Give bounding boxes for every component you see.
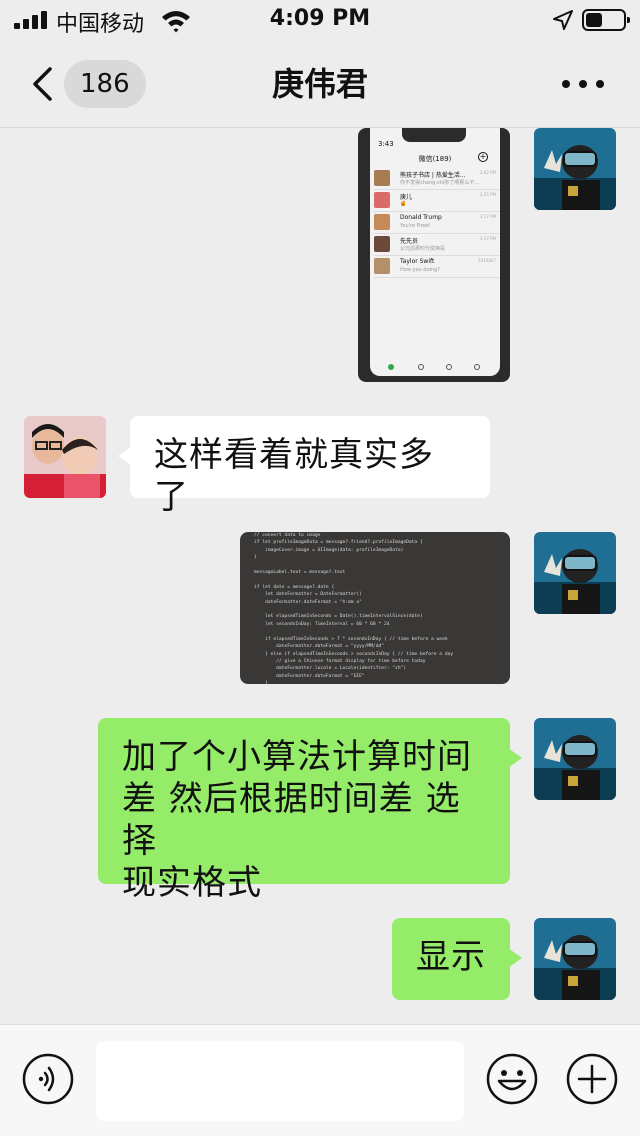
code-line: } else if elapsedTimeInSeconds > seconds…: [254, 651, 454, 657]
self-avatar[interactable]: [534, 918, 616, 1000]
message-bubble-received[interactable]: 这样看着就真实多了: [118, 416, 490, 517]
code-line: // give a Chinese format display for tim…: [254, 658, 426, 664]
message-bubble-sent[interactable]: 加了个小算法计算时间 差 然后根据时间差 选择 现实格式: [98, 718, 522, 903]
input-bar: [0, 1024, 640, 1136]
code-line: if elapsedTimeInSeconds > 7 * secondsInD…: [254, 636, 448, 642]
plus-icon: +: [478, 152, 488, 162]
chat-title: 庚伟君: [271, 65, 368, 103]
message-list[interactable]: 3:43 微信(189) + 熊孩子书店 | 热爱生活... 你不觉得chang…: [0, 128, 640, 1024]
list-item: Donald Trump You're Fired! 3:17 PM: [374, 212, 500, 234]
code-text: // convert data to image if let profileIm…: [254, 532, 453, 684]
code-line: }: [254, 681, 268, 684]
voice-icon[interactable]: [22, 1053, 74, 1105]
code-line: dateFormatter.dateFormat = "h:mm a": [254, 599, 362, 605]
emoji-icon[interactable]: [486, 1053, 538, 1105]
message-input[interactable]: [96, 1041, 464, 1121]
list-item: Taylor Swift How you doing? 2019/8/7: [374, 256, 500, 278]
contact-avatar[interactable]: [24, 416, 106, 498]
code-line: if let profileImageData = message?.frien…: [254, 540, 423, 546]
code-line: let dateFormatter = DateFormatter(): [254, 592, 362, 598]
add-icon[interactable]: [566, 1053, 618, 1105]
chat-header: 186 庚伟君: [0, 40, 640, 128]
self-avatar[interactable]: [534, 128, 616, 210]
battery-icon: [582, 9, 630, 31]
self-avatar[interactable]: [534, 718, 616, 800]
list-item: 庚儿 🍯 3:25 PM: [374, 190, 500, 212]
code-line: dateFormatter.dateFormat = "yyyy/MM/dd": [254, 644, 384, 650]
list-item: 熊孩子书店 | 热爱生活... 你不觉得chang-chi你了啊那么不... 3…: [374, 168, 500, 190]
code-line: messageLabel.text = message?.text: [254, 570, 346, 576]
code-line: let secondsInDay: TimeInterval = 60 * 60…: [254, 621, 390, 627]
code-line: let elapsedTimeInSeconds = Date().timeIn…: [254, 614, 423, 620]
location-arrow-icon: [553, 10, 573, 30]
code-line: imageCover.image = UIImage(data: profile…: [254, 547, 404, 553]
code-line: dateFormatter.locale = Locale(identifier…: [254, 666, 407, 672]
status-time: 4:09 PM: [269, 6, 371, 31]
list-item: 先先员 公元前那时代变换是 3:17 PM: [374, 234, 500, 256]
message-line: 加了个小算法计算时间: [122, 737, 472, 777]
phone-screenshot-image: 3:43 微信(189) + 熊孩子书店 | 热爱生活... 你不觉得chang…: [358, 128, 510, 382]
image-message[interactable]: // convert data to image if let profileIm…: [240, 532, 510, 684]
message-line: 现实格式: [122, 863, 262, 903]
phone-time: 3:43: [378, 140, 394, 148]
code-photo-image: // convert data to image if let profileIm…: [240, 532, 510, 684]
code-line: }: [254, 555, 257, 561]
code-line: // convert data to image: [254, 533, 321, 538]
code-line: if let date = message?.date {: [254, 584, 335, 590]
message-bubble-sent[interactable]: 显示: [392, 918, 522, 1000]
code-line: dateFormatter.dateFormat = "EEE": [254, 673, 365, 679]
more-dots-icon[interactable]: [560, 76, 606, 92]
self-avatar[interactable]: [534, 532, 616, 614]
image-message[interactable]: 3:43 微信(189) + 熊孩子书店 | 热爱生活... 你不觉得chang…: [358, 128, 510, 382]
message-line: 差 然后根据时间差 选择: [122, 779, 461, 861]
status-bar: 中国移动 4:09 PM: [0, 0, 640, 40]
